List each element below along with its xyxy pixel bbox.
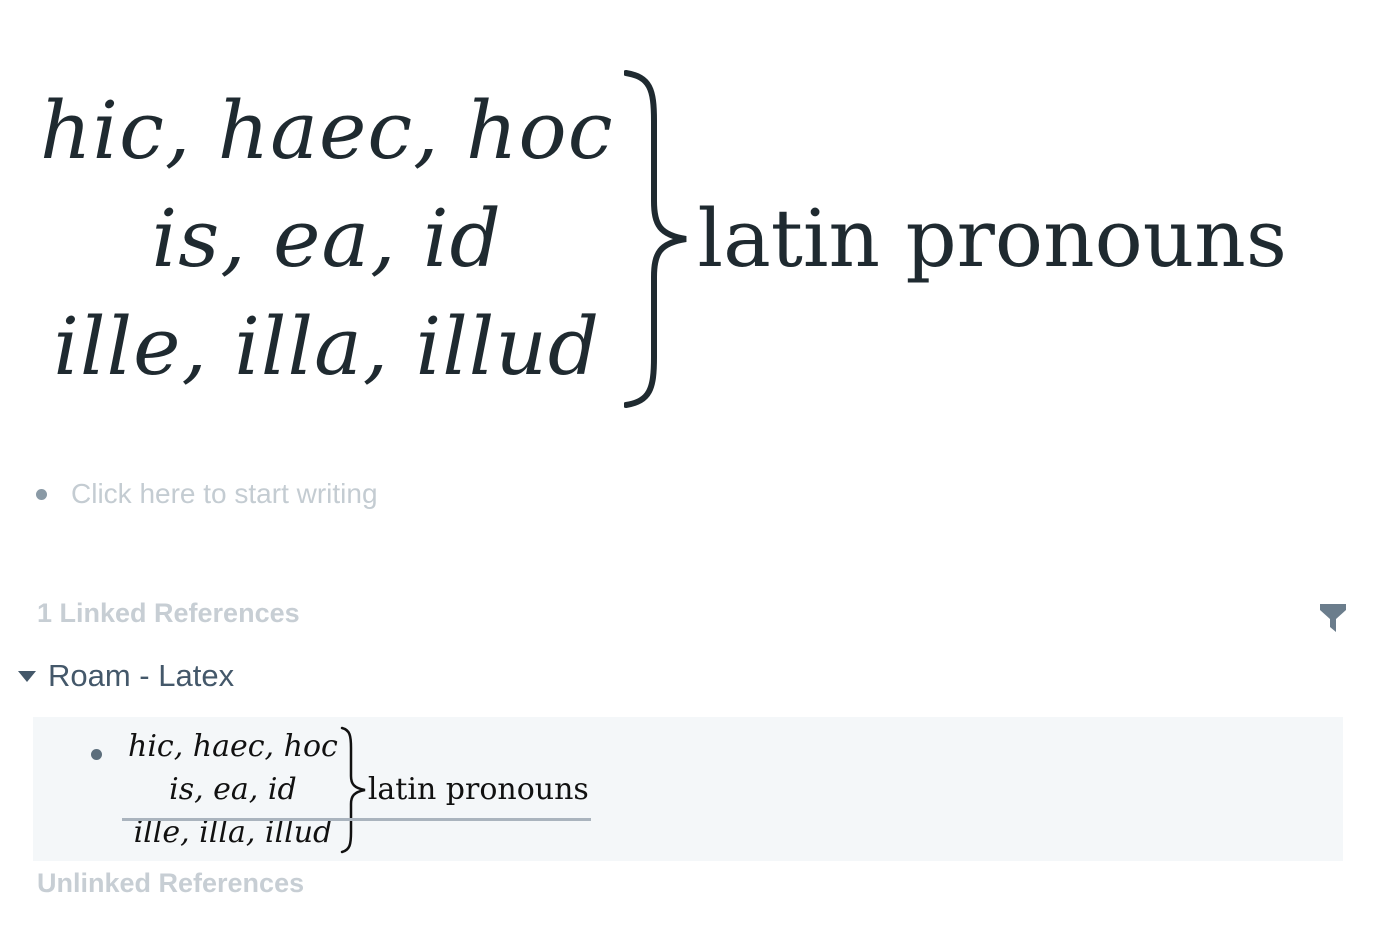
unlinked-references-header[interactable]: Unlinked References	[37, 868, 304, 899]
block-bullet[interactable]	[36, 488, 47, 500]
empty-block[interactable]: Click here to start writing	[36, 478, 378, 510]
latex-rows: hic, haec, hoc is, ea, id ille, illa, il…	[40, 77, 614, 401]
latex-row: ille, illa, illud	[53, 299, 601, 393]
latex-caption: latin pronouns	[367, 772, 589, 807]
right-brace	[340, 726, 366, 853]
block-bullet[interactable]	[91, 749, 102, 760]
latex-row: hic, haec, hoc	[128, 729, 338, 764]
reference-group-toggle[interactable]: Roam - Latex	[18, 658, 234, 694]
block-placeholder[interactable]: Click here to start writing	[71, 478, 378, 510]
page-title-latex: hic, haec, hoc is, ea, id ille, illa, il…	[40, 66, 1287, 411]
caret-down-icon[interactable]	[18, 670, 36, 682]
linked-references-header: 1 Linked References	[37, 598, 300, 628]
reference-underline	[122, 818, 591, 821]
roam-page: hic, haec, hoc is, ea, id ille, illa, il…	[0, 0, 1400, 948]
right-brace	[623, 69, 687, 408]
reference-block[interactable]: hic, haec, hoc is, ea, id ille, illa, il…	[91, 725, 591, 854]
latex-rows: hic, haec, hoc is, ea, id ille, illa, il…	[128, 725, 338, 854]
reference-block-container: hic, haec, hoc is, ea, id ille, illa, il…	[33, 717, 1343, 861]
latex-caption: latin pronouns	[697, 192, 1287, 285]
filter-icon[interactable]	[1318, 602, 1348, 634]
latex-row: is, ea, id	[169, 772, 297, 807]
latex-row: hic, haec, hoc	[40, 83, 614, 177]
reference-latex[interactable]: hic, haec, hoc is, ea, id ille, illa, il…	[122, 725, 591, 854]
reference-page-link[interactable]: Roam - Latex	[48, 658, 234, 694]
latex-row: is, ea, id	[151, 191, 502, 285]
